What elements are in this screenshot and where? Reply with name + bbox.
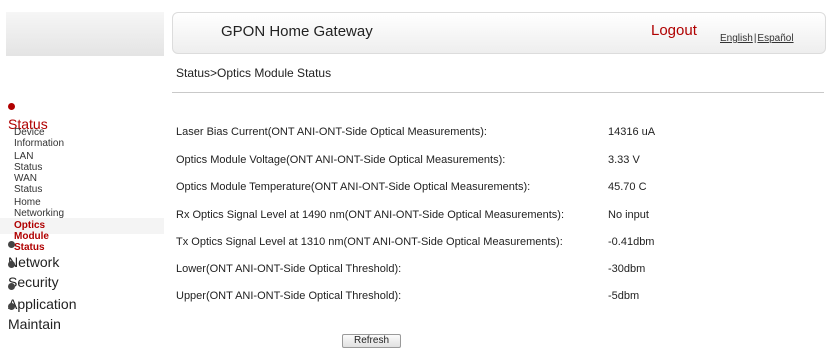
app-title: GPON Home Gateway: [221, 23, 373, 40]
table-row: Optics Module Temperature(ONT ANI-ONT-Si…: [176, 181, 816, 201]
logo-area: [6, 12, 164, 56]
bullet-icon: [8, 103, 15, 110]
sidebar-item-device-information[interactable]: Device Information: [14, 127, 64, 149]
row-value: 14316 uA: [608, 126, 656, 138]
table-row: Optics Module Voltage(ONT ANI-ONT-Side O…: [176, 154, 816, 174]
header-bar: GPON Home Gateway Logout English|Español: [172, 12, 826, 54]
row-value: 45.70 C: [608, 181, 647, 193]
logout-link[interactable]: Logout: [651, 22, 697, 39]
row-value: -0.41dbm: [608, 236, 655, 248]
table-row: Upper(ONT ANI-ONT-Side Optical Threshold…: [176, 290, 816, 310]
table-row: Lower(ONT ANI-ONT-Side Optical Threshold…: [176, 263, 816, 283]
header-divider: [172, 92, 824, 93]
sidebar-group-label: Maintain: [8, 316, 61, 332]
language-switcher: English|Español: [720, 33, 794, 44]
bullet-icon: [8, 261, 15, 268]
bullet-icon: [8, 241, 15, 248]
row-value: No input: [608, 209, 649, 221]
refresh-button[interactable]: Refresh: [342, 334, 401, 348]
breadcrumb: Status>Optics Module Status: [176, 66, 332, 80]
row-label: Optics Module Temperature(ONT ANI-ONT-Si…: [176, 181, 531, 193]
row-value: 3.33 V: [608, 154, 640, 166]
row-value: -30dbm: [608, 263, 646, 275]
row-label: Lower(ONT ANI-ONT-Side Optical Threshold…: [176, 263, 402, 275]
sidebar-item-wan-status[interactable]: WAN Status: [14, 173, 42, 195]
row-label: Laser Bias Current(ONT ANI-ONT-Side Opti…: [176, 126, 487, 138]
row-value: -5dbm: [608, 290, 640, 302]
row-label: Tx Optics Signal Level at 1310 nm(ONT AN…: [176, 236, 563, 248]
table-row: Tx Optics Signal Level at 1310 nm(ONT AN…: [176, 236, 816, 256]
sidebar-item-lan-status[interactable]: LAN Status: [14, 151, 42, 173]
table-row: Laser Bias Current(ONT ANI-ONT-Side Opti…: [176, 126, 816, 146]
sidebar-group-maintain[interactable]: Maintain: [8, 300, 61, 332]
row-label: Optics Module Voltage(ONT ANI-ONT-Side O…: [176, 154, 506, 166]
lang-spanish-link[interactable]: Español: [757, 33, 793, 44]
bullet-icon: [8, 303, 15, 310]
sidebar-item-home-networking[interactable]: Home Networking: [14, 197, 64, 219]
row-label: Upper(ONT ANI-ONT-Side Optical Threshold…: [176, 290, 402, 302]
lang-english-link[interactable]: English: [720, 33, 753, 44]
row-label: Rx Optics Signal Level at 1490 nm(ONT AN…: [176, 209, 564, 221]
table-row: Rx Optics Signal Level at 1490 nm(ONT AN…: [176, 209, 816, 229]
bullet-icon: [8, 283, 15, 290]
